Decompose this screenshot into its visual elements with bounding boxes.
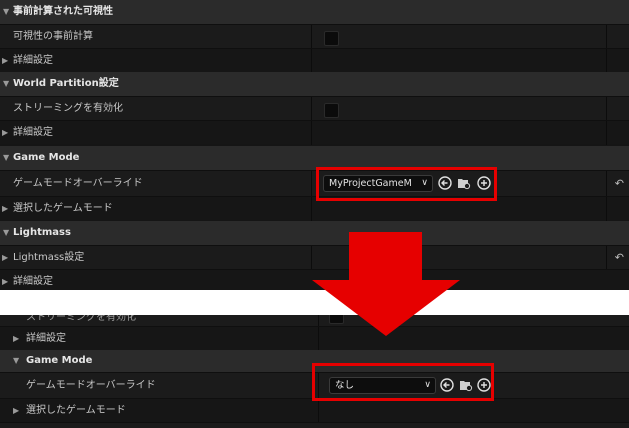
column-divider [311, 97, 312, 121]
property-row-enable-streaming: ストリーミングを有効化 [0, 96, 629, 121]
property-label: 選択したゲームモード [13, 203, 113, 214]
expand-caret-icon[interactable]: ▼ [3, 221, 9, 245]
highlight-box [316, 167, 497, 201]
property-row-details[interactable]: ▶ 詳細設定 [0, 48, 629, 73]
collapse-caret-icon[interactable]: ▶ [2, 121, 8, 145]
column-divider [311, 171, 312, 197]
property-label: 詳細設定 [13, 127, 53, 138]
collapse-caret-icon[interactable]: ▶ [2, 49, 8, 73]
property-row-precompute-visibility: 可視性の事前計算 [0, 24, 629, 49]
column-divider [606, 197, 607, 221]
section-title: Game Mode [13, 152, 80, 163]
collapse-caret-icon[interactable]: ▶ [2, 246, 8, 270]
collapse-caret-icon[interactable]: ▶ [13, 399, 19, 423]
column-divider [606, 25, 607, 49]
column-divider [311, 49, 312, 73]
enable-streaming-checkbox[interactable] [324, 103, 339, 118]
section-title: World Partition設定 [13, 78, 119, 89]
property-label: ゲームモードオーバーライド [26, 380, 156, 391]
expand-caret-icon[interactable]: ▼ [3, 146, 9, 170]
property-label: ゲームモードオーバーライド [13, 178, 143, 189]
property-label: 可視性の事前計算 [13, 31, 93, 42]
highlight-box [312, 363, 494, 401]
property-label: 詳細設定 [13, 276, 53, 287]
column-divider [606, 49, 607, 73]
collapse-caret-icon[interactable]: ▶ [13, 327, 19, 351]
collapse-caret-icon[interactable]: ▶ [2, 197, 8, 221]
property-row-details[interactable]: ▶ 詳細設定 [0, 120, 629, 145]
column-divider [311, 121, 312, 145]
reset-arrow-icon[interactable]: ↶ [615, 246, 624, 270]
property-row-partial [0, 422, 629, 428]
property-row-gamemode-override: ゲームモードオーバーライド MyProjectGameM ∨ ↶ [0, 170, 629, 197]
section-world-partition[interactable]: ▼ World Partition設定 [0, 72, 629, 96]
precompute-visibility-checkbox[interactable] [324, 31, 339, 46]
column-divider [606, 121, 607, 145]
reset-arrow-icon[interactable]: ↶ [615, 171, 624, 197]
collapse-caret-icon[interactable]: ▶ [2, 270, 8, 290]
section-title: 事前計算された可視性 [13, 6, 113, 17]
section-precomputed-visibility[interactable]: ▼ 事前計算された可視性 [0, 0, 629, 24]
expand-caret-icon[interactable]: ▼ [3, 0, 9, 24]
column-divider [311, 197, 312, 221]
property-label: 詳細設定 [13, 55, 53, 66]
property-label: 選択したゲームモード [26, 405, 126, 416]
section-game-mode[interactable]: ▼ Game Mode [0, 146, 629, 170]
section-title: Game Mode [26, 355, 93, 366]
section-title: Lightmass [13, 227, 71, 238]
property-label: Lightmass設定 [13, 252, 85, 263]
expand-caret-icon[interactable]: ▼ [3, 72, 9, 96]
column-divider [318, 399, 319, 423]
column-divider [606, 97, 607, 121]
column-divider [606, 246, 607, 270]
property-label: 詳細設定 [26, 333, 66, 344]
expand-caret-icon[interactable]: ▼ [13, 350, 19, 372]
down-arrow-icon [312, 232, 460, 336]
property-row-selected-gamemode[interactable]: ▶ 選択したゲームモード [0, 398, 629, 423]
property-label: ストリーミングを有効化 [13, 103, 123, 114]
property-row-selected-gamemode[interactable]: ▶ 選択したゲームモード [0, 196, 629, 221]
column-divider [311, 25, 312, 49]
column-divider [606, 171, 607, 197]
